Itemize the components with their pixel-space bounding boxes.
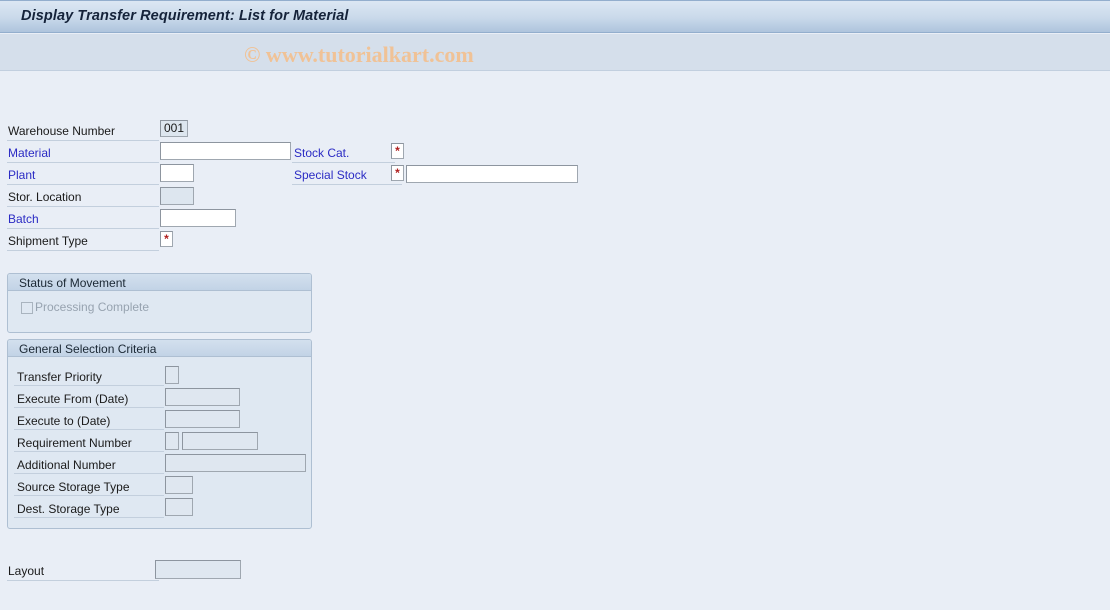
execute-to-date-input[interactable] — [165, 410, 240, 428]
special-stock-input[interactable] — [406, 165, 578, 183]
material-label[interactable]: Material — [8, 146, 51, 160]
execute-from-date-input[interactable] — [165, 388, 240, 406]
special-stock-marker-input[interactable]: * — [391, 165, 404, 181]
source-storage-type-label: Source Storage Type — [17, 480, 130, 494]
additional-number-input[interactable] — [165, 454, 306, 472]
dest-storage-type-label: Dest. Storage Type — [17, 502, 120, 516]
row-separator — [7, 250, 159, 251]
storage-location-label: Stor. Location — [8, 190, 82, 204]
checkbox-box[interactable] — [21, 301, 33, 314]
transfer-priority-label: Transfer Priority — [17, 370, 102, 384]
status-of-movement-group: Status of Movement Processing Complete — [7, 273, 312, 333]
layout-input[interactable] — [155, 560, 241, 579]
plant-label[interactable]: Plant — [8, 168, 35, 182]
requirement-number-label: Requirement Number — [17, 436, 132, 450]
row-separator — [14, 451, 164, 452]
requirement-number-input[interactable] — [182, 432, 258, 450]
row-separator — [7, 580, 159, 581]
processing-complete-label: Processing Complete — [35, 300, 150, 314]
batch-label[interactable]: Batch — [8, 212, 39, 226]
shipment-type-label: Shipment Type — [8, 234, 88, 248]
processing-complete-checkbox[interactable]: Processing Complete — [21, 301, 149, 314]
status-of-movement-title: Status of Movement — [19, 276, 126, 290]
row-separator — [7, 228, 159, 229]
execute-from-date-label: Execute From (Date) — [17, 392, 129, 406]
batch-input[interactable] — [160, 209, 236, 227]
row-separator — [292, 162, 395, 163]
row-separator — [292, 184, 402, 185]
plant-input[interactable] — [160, 164, 194, 182]
special-stock-label[interactable]: Special Stock — [294, 168, 367, 182]
transfer-priority-input[interactable] — [165, 366, 179, 384]
warehouse-number-input[interactable]: 001 — [160, 120, 188, 137]
general-selection-criteria-group: General Selection Criteria Transfer Prio… — [7, 339, 312, 529]
row-separator — [14, 407, 164, 408]
row-separator — [14, 429, 164, 430]
warehouse-number-label: Warehouse Number — [8, 124, 115, 138]
layout-label: Layout — [8, 564, 45, 578]
window-title-bar: Display Transfer Requirement: List for M… — [0, 0, 1110, 33]
watermark-text: © www.tutorialkart.com — [244, 42, 474, 67]
requirement-number-prefix-input[interactable] — [165, 432, 179, 450]
additional-number-label: Additional Number — [17, 458, 116, 472]
row-separator — [14, 495, 164, 496]
watermark-band: © www.tutorialkart.com — [0, 34, 1110, 71]
execute-to-date-label: Execute to (Date) — [17, 414, 111, 428]
source-storage-type-input[interactable] — [165, 476, 193, 494]
stock-category-input[interactable]: * — [391, 143, 404, 159]
row-separator — [14, 473, 164, 474]
row-separator — [7, 140, 159, 141]
row-separator — [7, 184, 159, 185]
page-title: Display Transfer Requirement: List for M… — [21, 8, 349, 24]
row-separator — [7, 206, 159, 207]
shipment-type-input[interactable]: * — [160, 231, 173, 247]
general-selection-criteria-header: General Selection Criteria — [8, 340, 311, 357]
storage-location-input[interactable] — [160, 187, 194, 205]
stock-category-label[interactable]: Stock Cat. — [294, 146, 349, 160]
row-separator — [7, 162, 159, 163]
general-selection-criteria-title: General Selection Criteria — [19, 342, 157, 356]
row-separator — [14, 385, 164, 386]
dest-storage-type-input[interactable] — [165, 498, 193, 516]
material-input[interactable] — [160, 142, 291, 160]
row-separator — [14, 517, 164, 518]
status-of-movement-header: Status of Movement — [8, 274, 311, 291]
